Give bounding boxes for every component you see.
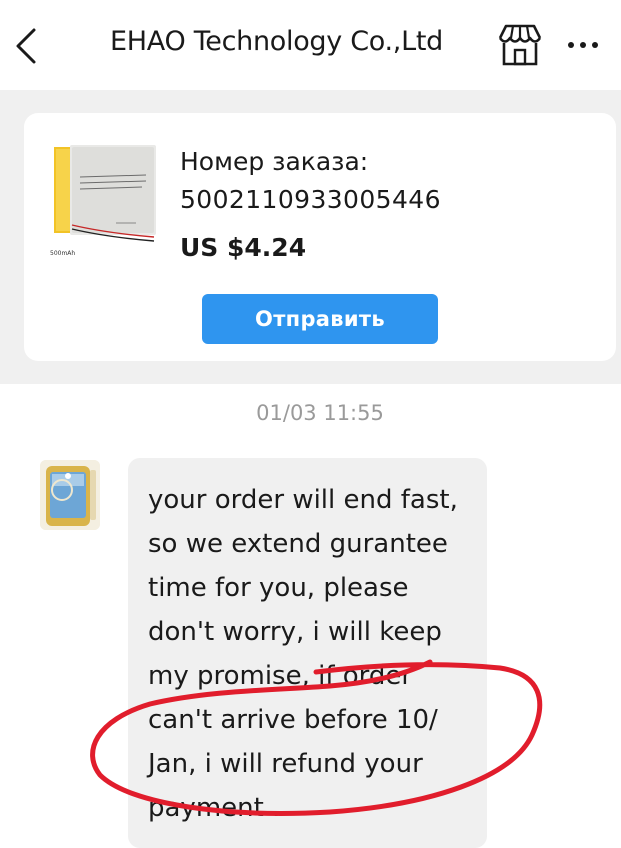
store-icon[interactable] [495,22,545,68]
seller-avatar[interactable] [40,460,100,530]
message-text: your order will end fast, so we extend g… [148,485,458,823]
order-number-value: 5002110933005446 [180,185,441,214]
message-timestamp: 01/03 11:55 [256,401,384,425]
order-card[interactable]: 500mAh Номер заказа: 5002110933005446 US… [24,113,616,361]
send-order-button[interactable]: Отправить [202,294,438,344]
message-bubble[interactable]: your order will end fast, so we extend g… [128,458,487,848]
more-icon[interactable] [563,32,603,58]
store-name-title: EHAO Technology Co.,Ltd [110,26,443,57]
chevron-left-icon[interactable] [12,24,42,68]
product-thumbnail[interactable]: 500mAh [46,141,168,265]
battery-caption: 500mAh [50,250,75,257]
order-section: 500mAh Номер заказа: 5002110933005446 US… [0,90,621,384]
header-bar: EHAO Technology Co.,Ltd [0,0,621,90]
order-price: US $4.24 [180,233,307,262]
order-number-label: Номер заказа: [180,147,369,176]
